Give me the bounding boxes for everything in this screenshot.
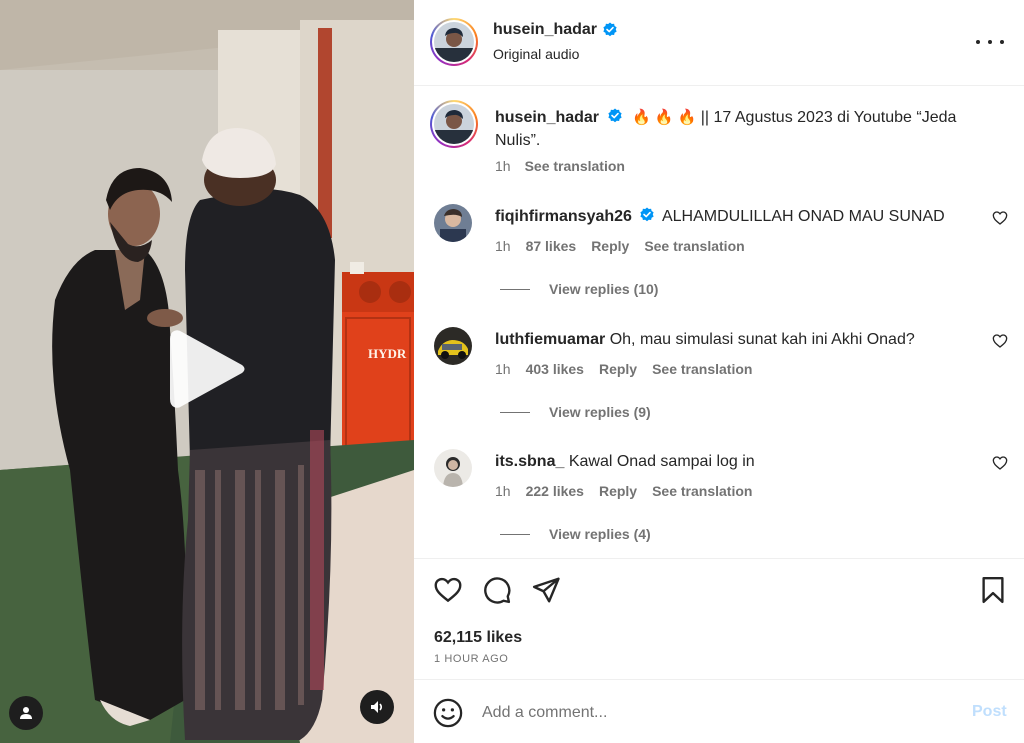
- caption-author-avatar[interactable]: [430, 100, 478, 148]
- comment-reply-button[interactable]: Reply: [599, 361, 637, 377]
- commenter-avatar[interactable]: [434, 204, 472, 242]
- comment-body: Kawal Onad sampai log in: [568, 453, 755, 470]
- more-options-icon[interactable]: [976, 32, 1004, 52]
- comment-text: luthfiemuamar Oh, mau simulasi sunat kah…: [495, 330, 975, 350]
- comment-meta: 1h 403 likes Reply See translation: [495, 361, 752, 377]
- commenter-avatar[interactable]: [434, 327, 472, 365]
- comment-likes[interactable]: 222 likes: [526, 483, 584, 499]
- comment-item: fiqihfirmansyah26 ALHAMDULILLAH ONAD MAU…: [430, 204, 1020, 314]
- view-replies-button[interactable]: View replies (9): [500, 404, 651, 420]
- heart-icon[interactable]: [992, 210, 1008, 226]
- user-tag-button[interactable]: [9, 696, 43, 730]
- commenter-avatar-image: [434, 204, 472, 242]
- post-comment-button[interactable]: Post: [972, 703, 1007, 721]
- comment-reply-button[interactable]: Reply: [591, 238, 629, 254]
- comment-username[interactable]: its.sbna_: [495, 453, 564, 470]
- post-timestamp[interactable]: 1 HOUR AGO: [434, 653, 508, 665]
- user-tag-icon: [20, 707, 32, 719]
- caption-meta: 1h See translation: [495, 158, 625, 174]
- heart-icon[interactable]: [992, 333, 1008, 349]
- comment-text: its.sbna_ Kawal Onad sampai log in: [495, 452, 975, 472]
- view-replies-button[interactable]: View replies (10): [500, 281, 658, 297]
- comment-likes[interactable]: 87 likes: [526, 238, 577, 254]
- comment-item: its.sbna_ Kawal Onad sampai log in 1h 22…: [430, 449, 1020, 559]
- share-icon[interactable]: [531, 575, 561, 605]
- author-avatar-image: [434, 22, 474, 62]
- commenter-avatar[interactable]: [434, 449, 472, 487]
- post-details-panel: husein_hadar Original audio husein_hadar…: [414, 0, 1024, 743]
- speaker-icon: [371, 701, 383, 713]
- comment-time[interactable]: 1h: [495, 361, 511, 377]
- author-avatar[interactable]: [430, 18, 478, 66]
- verified-badge-icon: [603, 22, 617, 37]
- comment-time[interactable]: 1h: [495, 238, 511, 254]
- comment-see-translation[interactable]: See translation: [644, 238, 744, 254]
- likes-count[interactable]: 62,115 likes: [434, 629, 522, 647]
- comment-icon[interactable]: [482, 575, 512, 605]
- caption-avatar-image: [434, 104, 474, 144]
- video-player[interactable]: HYDR: [0, 0, 414, 743]
- view-replies-button[interactable]: View replies (4): [500, 526, 651, 542]
- caption-time[interactable]: 1h: [495, 158, 511, 174]
- comment-meta: 1h 87 likes Reply See translation: [495, 238, 745, 254]
- author-username[interactable]: husein_hadar: [493, 21, 618, 39]
- comment-time[interactable]: 1h: [495, 483, 511, 499]
- author-username-text: husein_hadar: [493, 21, 598, 38]
- verified-badge-icon: [640, 207, 654, 222]
- view-replies-label: View replies (9): [549, 404, 651, 420]
- comment-see-translation[interactable]: See translation: [652, 361, 752, 377]
- comment-body: Oh, mau simulasi sunat kah ini Akhi Onad…: [609, 331, 915, 348]
- comment-username[interactable]: luthfiemuamar: [495, 331, 605, 348]
- comment-meta: 1h 222 likes Reply See translation: [495, 483, 752, 499]
- view-replies-label: View replies (4): [549, 526, 651, 542]
- heart-icon[interactable]: [992, 455, 1008, 471]
- commenter-avatar-image: [434, 327, 472, 365]
- audio-label[interactable]: Original audio: [493, 46, 579, 62]
- caption-username[interactable]: husein_hadar: [495, 109, 599, 126]
- comment-body: ALHAMDULILLAH ONAD MAU SUNAD: [661, 208, 945, 225]
- heart-icon[interactable]: [433, 575, 463, 605]
- play-icon: [170, 330, 245, 408]
- bookmark-icon[interactable]: [978, 575, 1008, 605]
- fire-emojis: 🔥 🔥 🔥: [631, 109, 697, 126]
- commenter-avatar-image: [434, 449, 472, 487]
- comment-text: fiqihfirmansyah26 ALHAMDULILLAH ONAD MAU…: [495, 207, 975, 227]
- verified-badge-icon: [608, 108, 623, 123]
- post-actions: 62,115 likes 1 HOUR AGO: [414, 558, 1024, 680]
- comment-input[interactable]: [482, 698, 952, 728]
- comment-see-translation[interactable]: See translation: [652, 483, 752, 499]
- audio-toggle-button[interactable]: [360, 690, 394, 724]
- post-header: husein_hadar Original audio: [414, 0, 1024, 86]
- comment-reply-button[interactable]: Reply: [599, 483, 637, 499]
- comment-likes[interactable]: 403 likes: [526, 361, 584, 377]
- view-replies-label: View replies (10): [549, 281, 659, 297]
- play-button[interactable]: [166, 327, 250, 411]
- comment-item: luthfiemuamar Oh, mau simulasi sunat kah…: [430, 327, 1020, 437]
- comment-username[interactable]: fiqihfirmansyah26: [495, 208, 632, 225]
- comment-composer: Post: [414, 681, 1024, 743]
- caption-text: husein_hadar 🔥 🔥 🔥 || 17 Agustus 2023 di…: [495, 106, 1005, 152]
- cabinet-sign: HYDR: [368, 346, 407, 361]
- emoji-icon[interactable]: [433, 698, 463, 728]
- caption-see-translation[interactable]: See translation: [525, 158, 625, 174]
